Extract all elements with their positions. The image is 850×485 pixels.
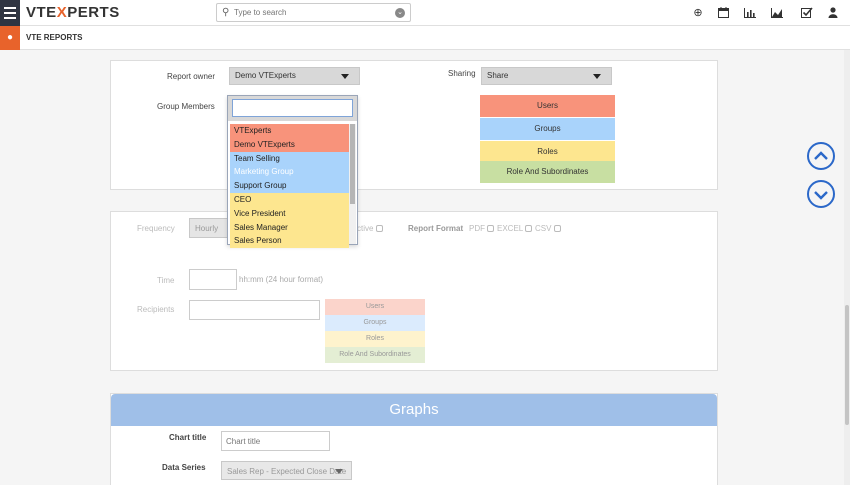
group-members-label: Group Members	[157, 102, 215, 111]
graphs-panel: Graphs Chart title Data Series Sales Rep…	[110, 393, 718, 485]
area-chart-icon[interactable]	[771, 8, 783, 18]
menu-icon[interactable]	[0, 0, 20, 26]
dropdown-option[interactable]: Team Selling	[230, 151, 349, 166]
add-icon[interactable]: ⊕	[692, 7, 704, 19]
module-title: VTE REPORTS	[26, 33, 83, 42]
format-pdf[interactable]: PDF	[469, 224, 495, 233]
report-format-label: Report Format	[408, 224, 464, 233]
scroll-down-button[interactable]	[807, 180, 835, 208]
share-users-button[interactable]: Users	[480, 95, 615, 117]
chevron-up-icon	[814, 151, 828, 160]
data-series-label: Data Series	[162, 463, 206, 472]
global-search: ⚲ ⌄	[216, 3, 411, 22]
pdf-checkbox[interactable]	[487, 225, 495, 233]
top-bar: VTEXPERTS ⚲ ⌄ ⊕	[0, 0, 850, 26]
format-excel[interactable]: EXCEL	[497, 224, 533, 233]
dropdown-option[interactable]: Support Group	[230, 179, 349, 193]
dropdown-scrollbar[interactable]	[349, 124, 356, 244]
group-members-dropdown: VTExperts Demo VTExperts Team Selling Ma…	[227, 95, 358, 249]
dropdown-option[interactable]: Sales Manager	[230, 220, 349, 235]
graphs-header: Graphs	[111, 394, 717, 426]
module-bar: ● VTE REPORTS	[0, 26, 850, 50]
schedule-panel: Frequency Hourly ctive Report Format PDF…	[110, 211, 718, 371]
search-icon: ⚲	[222, 7, 230, 18]
calendar-icon[interactable]	[718, 7, 729, 18]
page-scrollbar[interactable]	[844, 50, 850, 485]
chevron-down-icon	[335, 469, 343, 474]
recipients-input[interactable]	[189, 300, 320, 320]
csv-checkbox[interactable]	[553, 225, 561, 233]
tasks-icon[interactable]	[801, 7, 813, 19]
sharing-label: Sharing	[448, 69, 476, 78]
dropdown-scrollbar-thumb[interactable]	[350, 124, 355, 204]
share-groups-button[interactable]: Groups	[480, 118, 615, 140]
clear-search-icon[interactable]: ⌄	[395, 8, 405, 18]
dropdown-option[interactable]: Demo VTExperts	[230, 137, 349, 152]
active-label: ctive	[357, 224, 383, 233]
chevron-down-icon	[814, 191, 828, 200]
share-roles-button[interactable]: Roles	[480, 141, 615, 163]
report-owner-label: Report owner	[167, 72, 216, 81]
dropdown-option[interactable]: Marketing Group	[230, 165, 349, 180]
dropdown-option[interactable]: Sales Person	[230, 234, 349, 249]
dropdown-option[interactable]: CEO	[230, 192, 349, 207]
chevron-down-icon	[593, 74, 601, 79]
format-csv[interactable]: CSV	[535, 224, 561, 233]
logo[interactable]: VTEXPERTS	[26, 4, 120, 21]
recipient-groups-button[interactable]: Groups	[325, 315, 425, 331]
active-checkbox[interactable]	[375, 225, 383, 233]
report-owner-select[interactable]: Demo VTExperts	[229, 67, 360, 85]
bar-chart-icon[interactable]	[744, 8, 756, 18]
sharing-select[interactable]: Share	[481, 67, 612, 85]
time-hint: hh:mm (24 hour format)	[239, 275, 324, 284]
scrollbar-thumb[interactable]	[845, 305, 849, 425]
excel-checkbox[interactable]	[525, 225, 533, 233]
search-input[interactable]	[234, 6, 394, 19]
recipients-label: Recipients	[137, 305, 175, 314]
dropdown-option[interactable]: Vice President	[230, 206, 349, 221]
share-role-subordinates-button[interactable]: Role And Subordinates	[480, 161, 615, 183]
recipient-role-subordinates-button[interactable]: Role And Subordinates	[325, 347, 425, 363]
chart-title-label: Chart title	[169, 433, 207, 442]
frequency-label: Frequency	[137, 224, 175, 233]
time-label: Time	[157, 276, 175, 285]
reports-module-icon[interactable]: ●	[0, 26, 20, 50]
user-icon[interactable]	[828, 7, 838, 18]
time-input[interactable]	[189, 269, 237, 290]
group-members-search-input[interactable]	[232, 99, 353, 117]
recipient-users-button[interactable]: Users	[325, 299, 425, 315]
dropdown-option[interactable]: VTExperts	[230, 124, 349, 138]
data-series-select[interactable]: Sales Rep - Expected Close Date	[221, 461, 352, 480]
sharing-panel: Report owner Demo VTExperts Group Member…	[110, 60, 718, 190]
chart-title-input[interactable]	[221, 431, 330, 451]
scroll-up-button[interactable]	[807, 142, 835, 170]
dropdown-options: VTExperts Demo VTExperts Team Selling Ma…	[230, 124, 349, 249]
chevron-down-icon	[341, 74, 349, 79]
recipient-roles-button[interactable]: Roles	[325, 331, 425, 347]
